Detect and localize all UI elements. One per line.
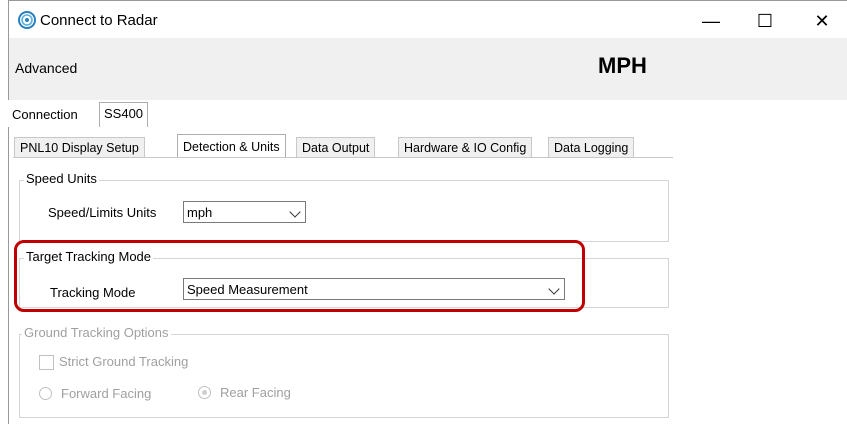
tab-connection[interactable]: Connection [8,104,82,126]
strict-ground-tracking-label: Strict Ground Tracking [59,354,189,369]
connect-to-radar-window: Connect to Radar — ☐ ✕ Advanced MPH Conn… [8,0,847,425]
maximize-button[interactable]: ☐ [742,9,788,33]
radar-app-icon [18,11,36,29]
menu-advanced[interactable]: Advanced [15,60,77,76]
ground-tracking-group [19,334,669,418]
menu-bar: Advanced MPH [8,38,847,100]
title-bar[interactable]: Connect to Radar — ☐ ✕ [8,0,847,39]
tracking-mode-highlight [14,240,585,312]
chevron-down-icon [289,206,301,218]
speed-units-value: mph [187,205,213,220]
tab-hardware-io-config[interactable]: Hardware & IO Config [398,137,533,159]
units-display-label: MPH [598,53,647,78]
minimize-icon: — [702,11,720,31]
tab-ss400[interactable]: SS400 [99,102,149,128]
maximize-icon: ☐ [756,11,774,31]
close-button[interactable]: ✕ [799,9,845,33]
window-title: Connect to Radar [40,12,158,29]
tab-data-output[interactable]: Data Output [296,137,376,159]
tab-data-logging[interactable]: Data Logging [548,137,635,159]
close-icon: ✕ [814,11,830,31]
ground-tracking-group-title: Ground Tracking Options [22,325,171,340]
strict-ground-tracking-checkbox[interactable] [39,355,54,370]
minimize-button[interactable]: — [688,9,734,33]
speed-units-select[interactable]: mph [183,201,306,223]
rear-facing-label: Rear Facing [220,385,291,400]
rear-facing-radio[interactable] [198,386,211,399]
forward-facing-radio[interactable] [39,387,52,400]
tab-pnl10-display-setup[interactable]: PNL10 Display Setup [14,137,145,159]
forward-facing-label: Forward Facing [61,386,152,401]
tab-detection-units[interactable]: Detection & Units [177,134,286,159]
speed-units-group-title: Speed Units [24,171,99,186]
speed-limits-units-label: Speed/Limits Units [48,205,157,220]
